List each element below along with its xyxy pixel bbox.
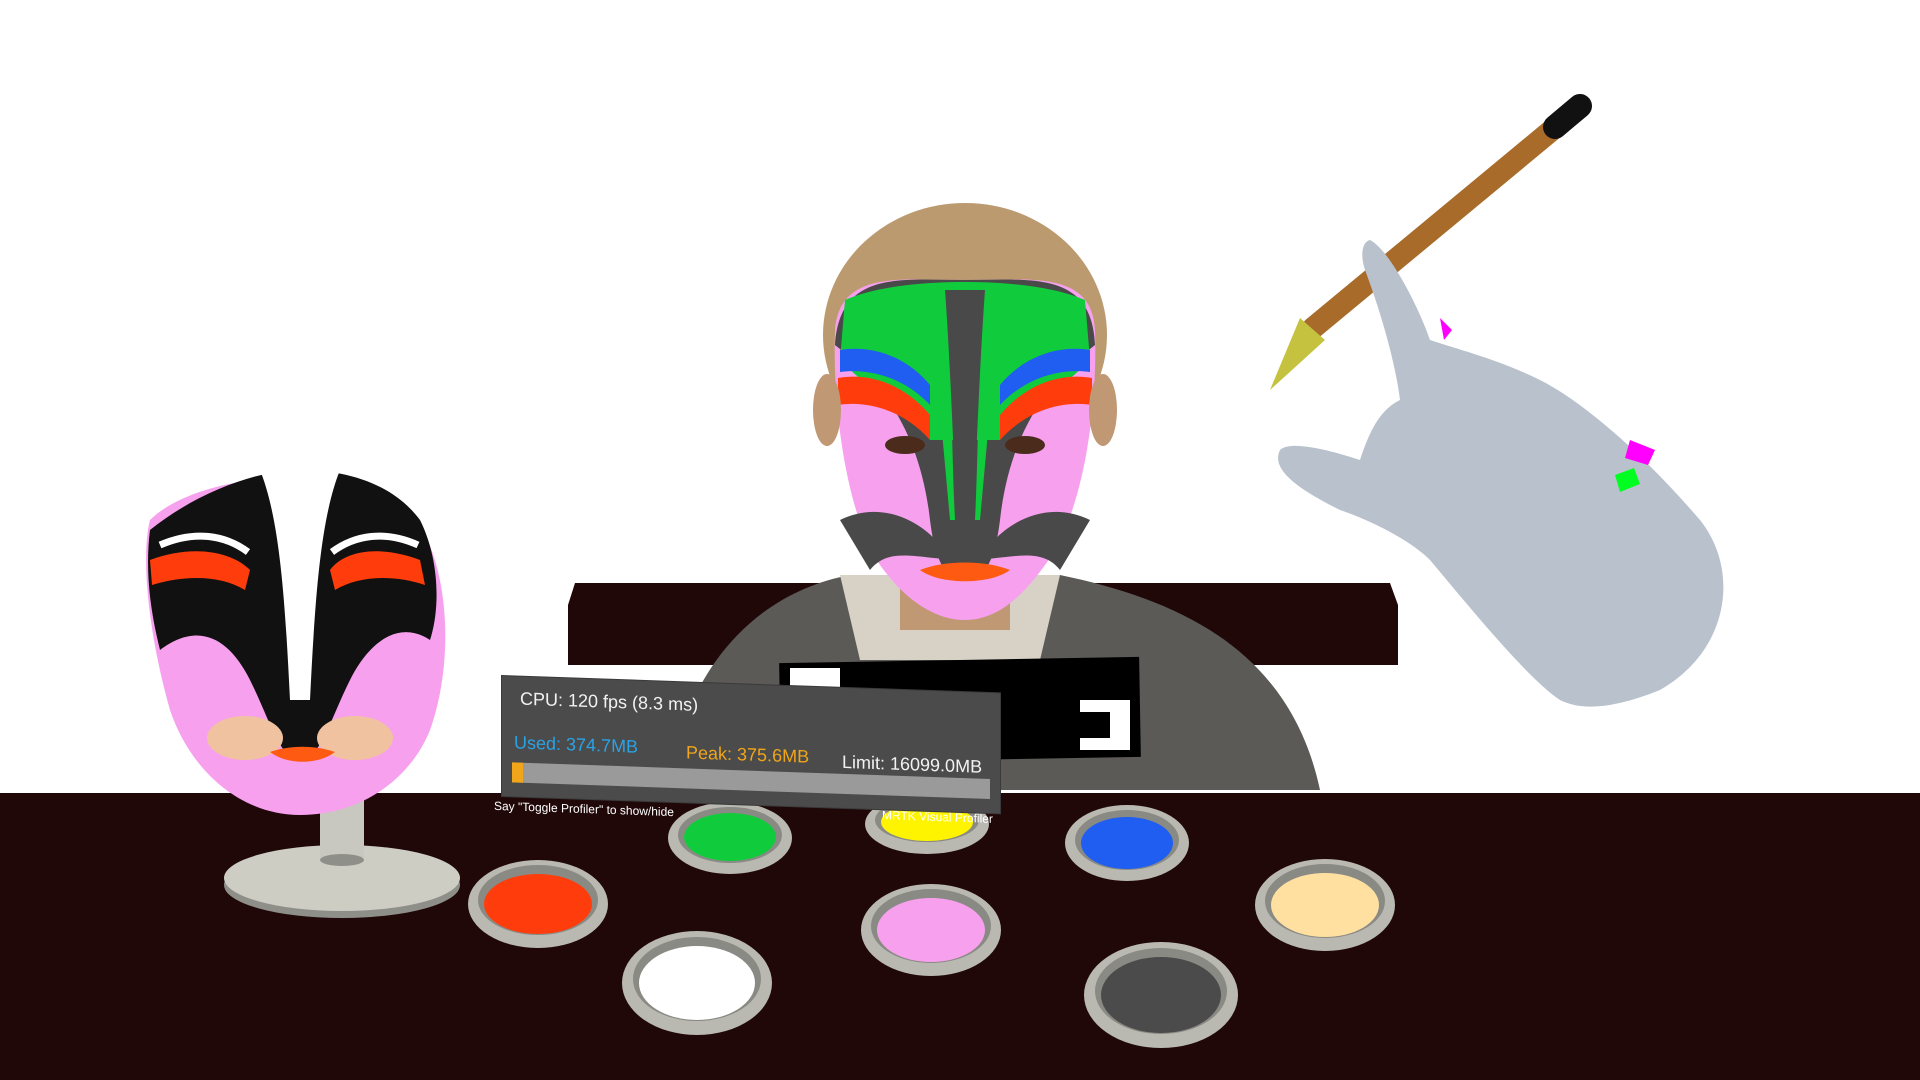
paint-dish-white[interactable] [622, 931, 772, 1035]
paint-orange [484, 874, 592, 934]
paint-gray [1101, 957, 1221, 1033]
paint-dish-green[interactable] [668, 802, 792, 874]
profiler-panel: CPU: 120 fps (8.3 ms) Used: 374.7MB Peak… [502, 676, 1000, 814]
paint-dish-pink[interactable] [861, 884, 1001, 976]
cpu-readout: CPU: 120 fps (8.3 ms) [520, 688, 699, 715]
paint-dish-gray[interactable] [1084, 942, 1238, 1048]
paint-pink [877, 898, 985, 962]
paint-blue [1081, 817, 1173, 869]
vr-scene [0, 94, 1920, 1080]
paint-peach [1271, 873, 1379, 937]
memory-peak: Peak: 375.6MB [686, 742, 810, 767]
paint-dish-orange[interactable] [468, 860, 608, 948]
paint-dish-blue[interactable] [1065, 805, 1189, 881]
paint-dish-peach[interactable] [1255, 859, 1395, 951]
paint-green [684, 813, 776, 861]
paint-white [639, 946, 755, 1020]
memory-bar-fill [512, 762, 524, 783]
memory-used: Used: 374.7MB [514, 732, 639, 757]
